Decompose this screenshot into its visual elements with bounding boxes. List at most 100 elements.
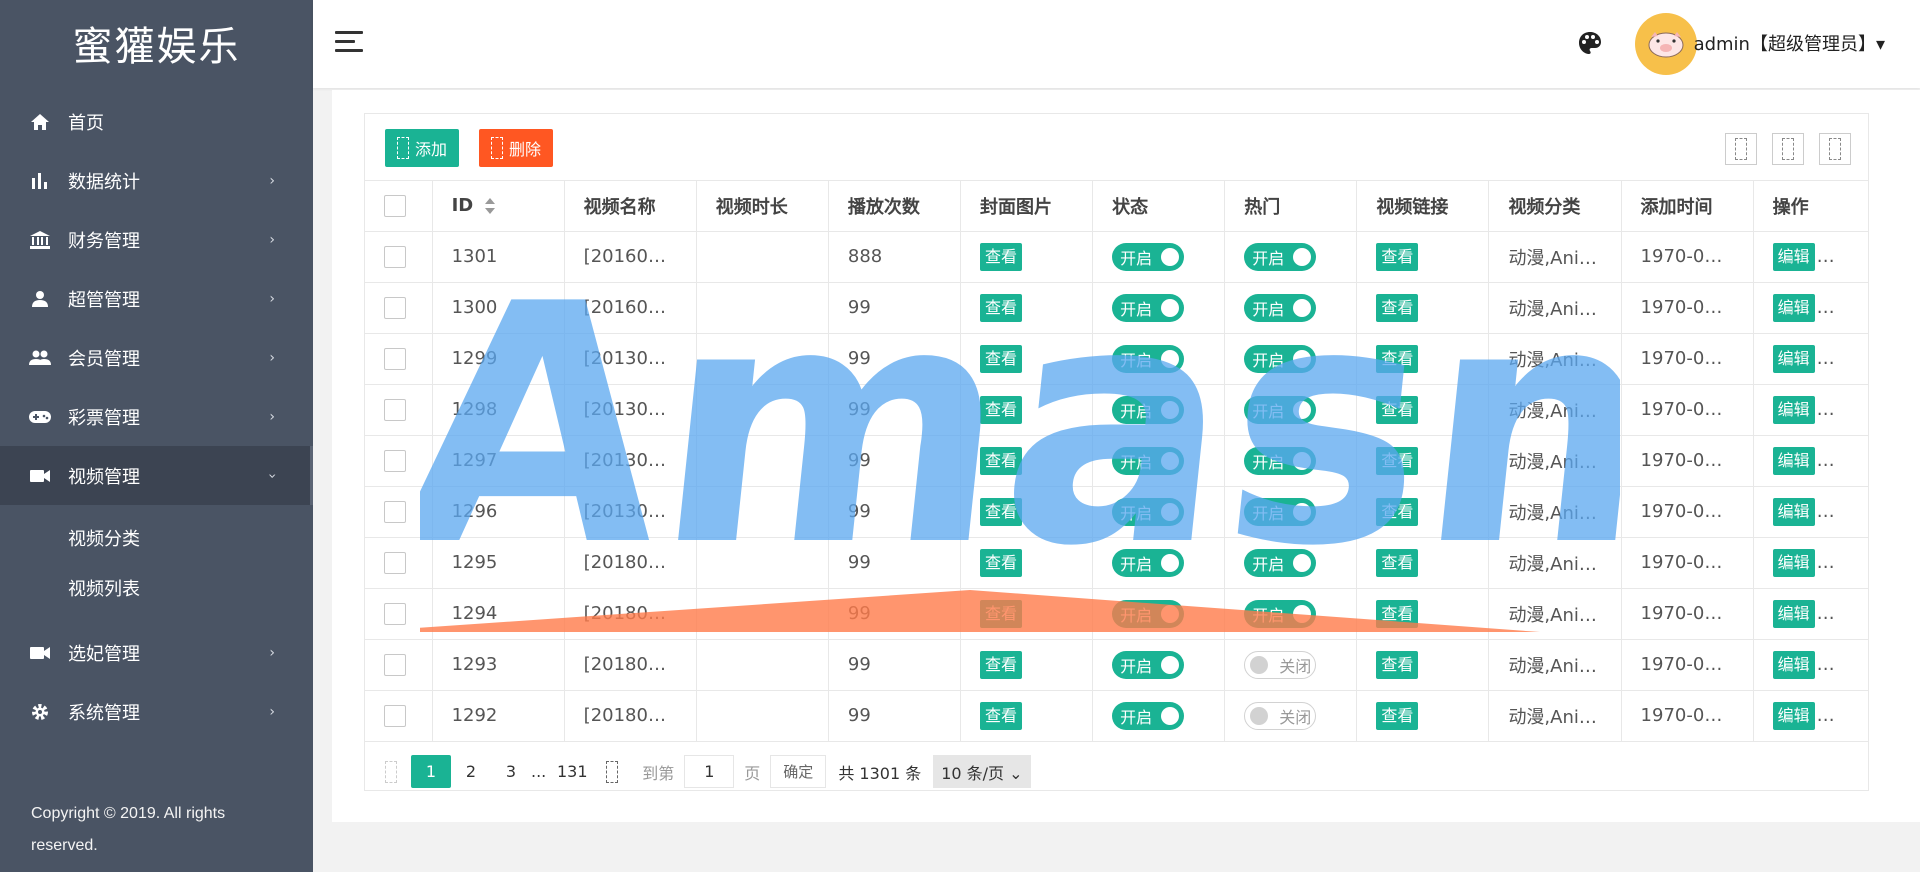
view-cover-button[interactable]: 查看 (980, 446, 1023, 475)
view-link-button[interactable]: 查看 (1376, 242, 1419, 271)
row-checkbox[interactable] (384, 449, 406, 472)
edit-button[interactable]: 编辑 (1772, 497, 1815, 526)
sidebar-item-home[interactable]: 首页 (0, 92, 313, 151)
view-link-button[interactable]: 查看 (1376, 344, 1419, 373)
view-cover-button[interactable]: 查看 (980, 548, 1023, 577)
page-size-select[interactable]: 10 条/页 ⌄ (933, 755, 1031, 788)
row-checkbox[interactable] (384, 500, 406, 523)
view-link-button[interactable]: 查看 (1376, 548, 1419, 577)
row-checkbox[interactable] (384, 296, 406, 319)
status-toggle[interactable]: 开启 (1112, 701, 1185, 730)
columns-filter-icon[interactable] (1725, 133, 1757, 165)
page-131[interactable]: 131 (552, 755, 592, 788)
status-toggle[interactable]: 开启 (1112, 446, 1185, 475)
page-1[interactable]: 1 (411, 755, 451, 788)
page-3[interactable]: 3 (491, 755, 531, 788)
edit-button[interactable]: 编辑 (1772, 701, 1815, 730)
edit-button[interactable]: 编辑 (1772, 242, 1815, 271)
print-icon[interactable] (1819, 133, 1851, 165)
hot-toggle[interactable]: 关闭 (1244, 650, 1317, 679)
view-cover-button[interactable]: 查看 (980, 599, 1023, 628)
user-menu[interactable]: admin【超级管理员】▾ (1694, 30, 1885, 56)
status-toggle[interactable]: 开启 (1112, 548, 1185, 577)
status-toggle[interactable]: 开启 (1112, 497, 1185, 526)
row-checkbox[interactable] (384, 347, 406, 370)
header-id[interactable]: ID (432, 181, 565, 232)
view-link-button[interactable]: 查看 (1376, 599, 1419, 628)
sidebar-item-lottery[interactable]: 彩票管理 › (0, 387, 313, 446)
row-checkbox[interactable] (384, 398, 406, 421)
sidebar-item-concubine[interactable]: 选妃管理 › (0, 623, 313, 682)
more-actions[interactable]: … (1817, 450, 1835, 471)
status-toggle[interactable]: 开启 (1112, 650, 1185, 679)
view-cover-button[interactable]: 查看 (980, 293, 1023, 322)
view-cover-button[interactable]: 查看 (980, 650, 1023, 679)
sort-icon[interactable] (485, 198, 496, 215)
avatar[interactable] (1635, 13, 1697, 75)
goto-page-input[interactable]: 1 (684, 755, 735, 788)
row-checkbox[interactable] (384, 551, 406, 574)
view-link-button[interactable]: 查看 (1376, 395, 1419, 424)
view-cover-button[interactable]: 查看 (980, 395, 1023, 424)
hot-toggle[interactable]: 开启 (1244, 293, 1317, 322)
hot-toggle[interactable]: 开启 (1244, 395, 1317, 424)
hot-toggle[interactable]: 开启 (1244, 242, 1317, 271)
more-actions[interactable]: … (1817, 552, 1835, 573)
edit-button[interactable]: 编辑 (1772, 650, 1815, 679)
status-toggle[interactable]: 开启 (1112, 599, 1185, 628)
next-page-icon[interactable] (606, 760, 619, 783)
row-checkbox[interactable] (384, 653, 406, 676)
sidebar-item-system[interactable]: 系统管理 › (0, 682, 313, 741)
hot-toggle[interactable]: 开启 (1244, 497, 1317, 526)
edit-button[interactable]: 编辑 (1772, 344, 1815, 373)
hot-toggle[interactable]: 开启 (1244, 344, 1317, 373)
view-link-button[interactable]: 查看 (1376, 650, 1419, 679)
more-actions[interactable]: … (1817, 348, 1835, 369)
edit-button[interactable]: 编辑 (1772, 446, 1815, 475)
sidebar-item-finance[interactable]: 财务管理 › (0, 210, 313, 269)
hot-toggle[interactable]: 关闭 (1244, 701, 1317, 730)
hot-toggle[interactable]: 开启 (1244, 446, 1317, 475)
sidebar-item-video[interactable]: 视频管理 › (0, 446, 313, 505)
more-actions[interactable]: … (1817, 603, 1835, 624)
status-toggle[interactable]: 开启 (1112, 395, 1185, 424)
status-toggle[interactable]: 开启 (1112, 242, 1185, 271)
view-cover-button[interactable]: 查看 (980, 344, 1023, 373)
view-link-button[interactable]: 查看 (1376, 446, 1419, 475)
menu-toggle-icon[interactable] (335, 31, 363, 55)
view-cover-button[interactable]: 查看 (980, 242, 1023, 271)
status-toggle[interactable]: 开启 (1112, 344, 1185, 373)
more-actions[interactable]: … (1817, 654, 1835, 675)
hot-toggle[interactable]: 开启 (1244, 548, 1317, 577)
export-icon[interactable] (1772, 133, 1804, 165)
view-cover-button[interactable]: 查看 (980, 701, 1023, 730)
delete-button[interactable]: 删除 (479, 129, 554, 167)
page-2[interactable]: 2 (451, 755, 491, 788)
sidebar-subitem-video-list[interactable]: 视频列表 (0, 563, 313, 613)
edit-button[interactable]: 编辑 (1772, 395, 1815, 424)
status-toggle[interactable]: 开启 (1112, 293, 1185, 322)
more-actions[interactable]: … (1817, 705, 1835, 726)
row-checkbox[interactable] (384, 704, 406, 727)
sidebar-subitem-video-category[interactable]: 视频分类 (0, 513, 313, 563)
goto-confirm-button[interactable]: 确定 (770, 755, 827, 788)
select-all-checkbox[interactable] (384, 194, 406, 217)
sidebar-item-admin[interactable]: 超管管理 › (0, 269, 313, 328)
hot-toggle[interactable]: 开启 (1244, 599, 1317, 628)
view-cover-button[interactable]: 查看 (980, 497, 1023, 526)
view-link-button[interactable]: 查看 (1376, 293, 1419, 322)
palette-icon[interactable] (1577, 30, 1605, 58)
prev-page-icon[interactable] (385, 760, 397, 783)
more-actions[interactable]: … (1817, 501, 1835, 522)
more-actions[interactable]: … (1817, 246, 1835, 267)
edit-button[interactable]: 编辑 (1772, 599, 1815, 628)
more-actions[interactable]: … (1817, 399, 1835, 420)
edit-button[interactable]: 编辑 (1772, 293, 1815, 322)
view-link-button[interactable]: 查看 (1376, 701, 1419, 730)
sidebar-item-stats[interactable]: 数据统计 › (0, 151, 313, 210)
view-link-button[interactable]: 查看 (1376, 497, 1419, 526)
row-checkbox[interactable] (384, 245, 406, 268)
add-button[interactable]: 添加 (385, 129, 460, 167)
row-checkbox[interactable] (384, 602, 406, 625)
more-actions[interactable]: … (1817, 297, 1835, 318)
